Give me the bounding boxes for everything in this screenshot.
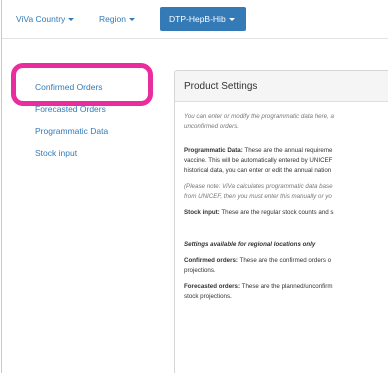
caret-down-icon	[228, 18, 235, 22]
confirmed-line: projections.	[184, 267, 216, 274]
stock-line: Stock input: These are the regular stock…	[184, 208, 388, 218]
nav-country-dropdown[interactable]: ViVa Country	[16, 14, 75, 24]
nav-product-dropdown[interactable]: DTP-HepB-Hib	[160, 7, 246, 31]
sidebar-item-programmatic-data[interactable]: Programmatic Data	[35, 126, 108, 136]
stock-label: Stock input:	[184, 209, 220, 216]
forecasted-label: Forecasted orders:	[184, 283, 241, 290]
regional-heading: Settings available for regional location…	[184, 241, 316, 248]
forecasted-text: These are the planned/unconfirm	[240, 283, 333, 290]
note-line: from UNICEF, then you must enter this ma…	[184, 193, 332, 200]
forecasted-line: stock projections.	[184, 293, 232, 300]
nav-region-dropdown[interactable]: Region	[99, 14, 135, 24]
confirmed-text: These are the confirmed orders o	[237, 257, 332, 264]
panel-body: You can enter or modify the programmatic…	[175, 102, 388, 302]
panel-title: Product Settings	[175, 71, 388, 102]
sidebar-item-stock-input[interactable]: Stock input	[35, 148, 77, 158]
intro-line: unconfirmed orders.	[184, 123, 240, 130]
nav-region-label: Region	[99, 14, 126, 24]
forecasted-line: Forecasted orders: These are the planned…	[184, 282, 388, 292]
programmatic-text: These are the annual requireme	[242, 147, 333, 154]
nav-country-label: ViVa Country	[16, 14, 66, 24]
app-frame: ViVa Country Region DTP-HepB-Hib Confirm…	[1, 0, 388, 373]
confirmed-line: Confirmed orders: These are the confirme…	[184, 256, 388, 266]
programmatic-line: historical data, you can enter or edit t…	[184, 167, 332, 174]
stock-text: These are the regular stock counts and s	[219, 209, 334, 216]
programmatic-line: Programmatic Data: These are the annual …	[184, 146, 388, 156]
top-navbar: ViVa Country Region DTP-HepB-Hib	[2, 0, 388, 39]
caret-down-icon	[128, 18, 135, 22]
highlight-ring	[11, 63, 153, 106]
product-settings-panel: Product Settings You can enter or modify…	[174, 70, 388, 373]
caret-down-icon	[68, 18, 75, 22]
programmatic-line: vaccine. This will be automatically ente…	[184, 157, 333, 164]
intro-line: You can enter or modify the programmatic…	[184, 113, 334, 120]
programmatic-label: Programmatic Data:	[184, 147, 243, 154]
note-line: (Please note: ViVa calculates programmat…	[184, 183, 333, 190]
nav-product-label: DTP-HepB-Hib	[169, 14, 226, 24]
confirmed-label: Confirmed orders:	[184, 257, 238, 264]
